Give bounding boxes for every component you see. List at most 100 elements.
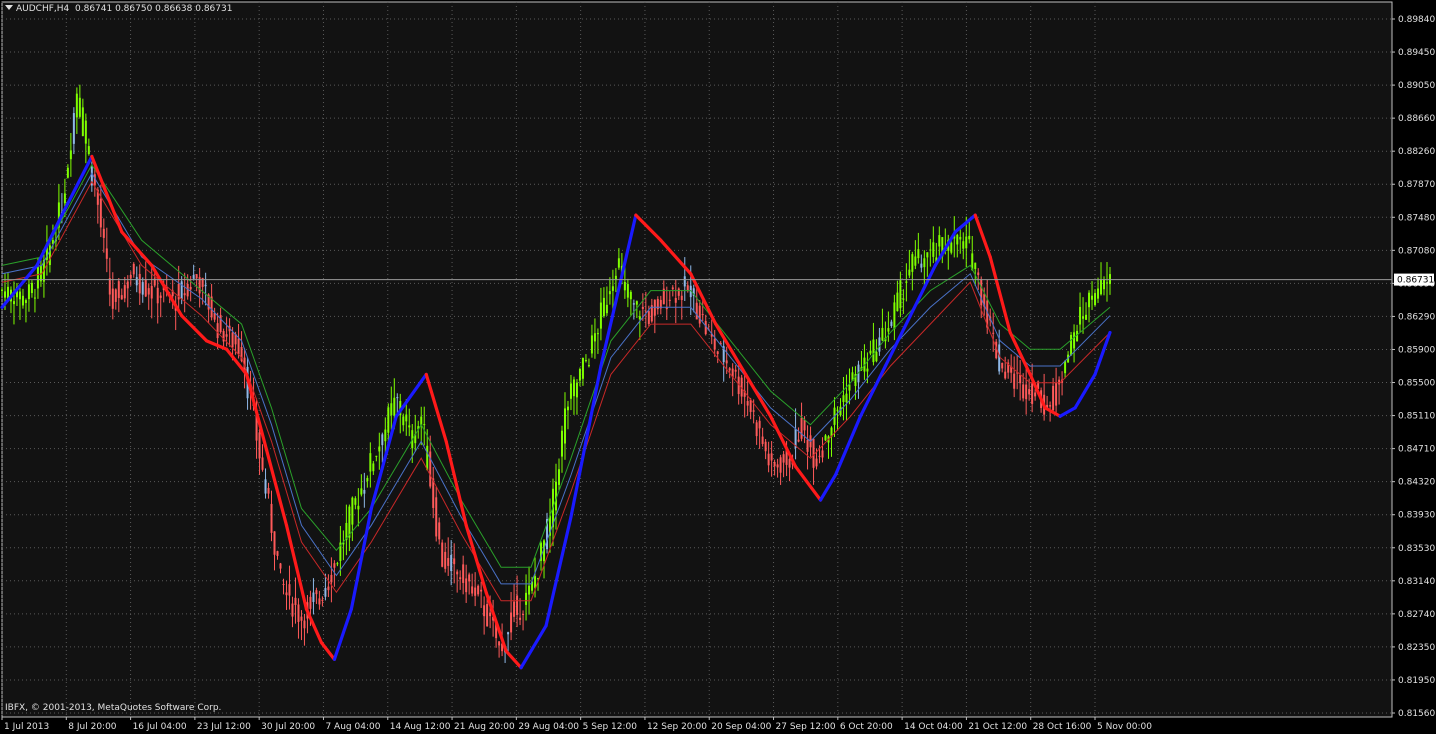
candle-body <box>917 249 920 259</box>
candle-body <box>788 459 791 468</box>
candle-body <box>303 620 306 629</box>
candle-body <box>566 406 569 411</box>
x-tick-label: 5 Sep 12:00 <box>583 722 638 732</box>
candle-body <box>450 554 453 572</box>
candle-body <box>1028 389 1031 395</box>
candle-body <box>114 289 117 302</box>
candle-body <box>1082 316 1085 319</box>
ohlc-readout: 0.86741 0.86750 0.86638 0.86731 <box>75 4 233 14</box>
y-tick-label: 0.89840 <box>1398 15 1435 25</box>
candle-body <box>578 368 581 381</box>
x-tick-label: 30 Jul 20:00 <box>261 722 315 732</box>
candle-body <box>911 254 914 272</box>
y-tick-label: 0.84320 <box>1398 478 1435 488</box>
candle-body <box>824 435 827 441</box>
candle-body <box>713 338 716 350</box>
candle-body <box>575 382 578 398</box>
candle-body <box>701 314 704 316</box>
candle-body <box>75 93 78 118</box>
candle-body <box>1079 306 1082 325</box>
candle-body <box>369 453 372 472</box>
x-tick-label: 21 Oct 12:00 <box>968 722 1027 732</box>
candle-body <box>779 457 782 473</box>
candle-body <box>183 293 186 296</box>
candle-body <box>1106 282 1109 284</box>
candle-body <box>1073 332 1076 349</box>
candle-body <box>569 383 572 399</box>
y-tick-label: 0.82740 <box>1398 610 1435 620</box>
candle-body <box>920 263 923 268</box>
x-tick-label: 29 Aug 04:00 <box>518 722 579 732</box>
dropdown-triangle-icon[interactable] <box>5 5 13 10</box>
candle-body <box>560 430 563 457</box>
candle-body <box>300 616 303 621</box>
y-tick-label: 0.87080 <box>1398 246 1435 256</box>
candle-body <box>519 617 522 620</box>
candle-body <box>1070 334 1073 356</box>
candle-body <box>456 571 459 575</box>
candle-body <box>593 333 596 342</box>
candle-body <box>438 522 441 540</box>
candle-body <box>899 280 902 309</box>
candle-body <box>318 598 321 605</box>
candle-body <box>387 407 390 433</box>
candle-body <box>875 351 878 362</box>
candle-body <box>956 234 959 245</box>
candle-body <box>279 563 282 569</box>
price-chart[interactable]: 0.89840 0.89450 0.89050 0.88660 0.88260 0.878… <box>0 0 1436 734</box>
candle-body <box>87 146 90 155</box>
y-tick-label: 0.84710 <box>1398 445 1435 455</box>
copyright-text: IBFX, © 2001-2013, MetaQuotes Software C… <box>5 703 222 713</box>
candle-body <box>803 419 806 431</box>
y-tick-label: 0.87870 <box>1398 180 1435 190</box>
candle-body <box>977 272 980 276</box>
candle-body <box>36 267 39 289</box>
y-tick-label: 0.83930 <box>1398 511 1435 521</box>
candle-body <box>135 277 138 286</box>
candle-body <box>680 295 683 301</box>
candle-body <box>21 295 24 306</box>
candle-body <box>138 273 141 294</box>
candle <box>1070 331 1073 356</box>
candle-body <box>150 285 153 299</box>
y-tick-label: 0.88260 <box>1398 147 1435 157</box>
candle-body <box>375 455 378 457</box>
candle-body <box>671 287 674 290</box>
candle-body <box>480 589 483 592</box>
chart-header: AUDCHF,H4 0.86741 0.86750 0.86638 0.8673… <box>5 4 232 14</box>
candle-body <box>815 458 818 467</box>
candle-body <box>297 604 300 622</box>
candle-body <box>474 587 477 596</box>
candle-body <box>590 335 593 354</box>
candle-body <box>366 477 369 482</box>
candle-body <box>596 333 599 335</box>
candle-body <box>926 252 929 258</box>
candle-body <box>800 417 803 439</box>
candle-body <box>408 425 411 428</box>
candle-body <box>483 605 486 617</box>
candle-body <box>372 463 375 472</box>
candle-body <box>668 299 671 301</box>
candle-body <box>725 360 728 364</box>
candle-body <box>81 107 84 137</box>
candle-body <box>599 302 602 329</box>
candle-body <box>1094 293 1097 306</box>
y-tick-label: 0.89450 <box>1398 48 1435 58</box>
candle-body <box>273 531 276 555</box>
candle-body <box>1049 405 1052 407</box>
candle-body <box>683 276 686 287</box>
candle-body <box>980 279 983 306</box>
x-tick-label: 5 Nov 00:00 <box>1097 722 1152 732</box>
candle-body <box>426 445 429 471</box>
candle-body <box>611 286 614 291</box>
candle-body <box>444 551 447 569</box>
x-tick-label: 20 Sep 04:00 <box>711 722 771 732</box>
chart-window[interactable]: 0.89840 0.89450 0.89050 0.88660 0.88260 0.878… <box>0 0 1436 734</box>
candle-body <box>776 464 779 468</box>
y-tick-label: 0.82350 <box>1398 643 1435 653</box>
candle-body <box>27 284 30 300</box>
candle-body <box>192 275 195 279</box>
candle-body <box>635 301 638 305</box>
y-tick-label: 0.85900 <box>1398 345 1435 355</box>
candle-body <box>962 241 965 249</box>
